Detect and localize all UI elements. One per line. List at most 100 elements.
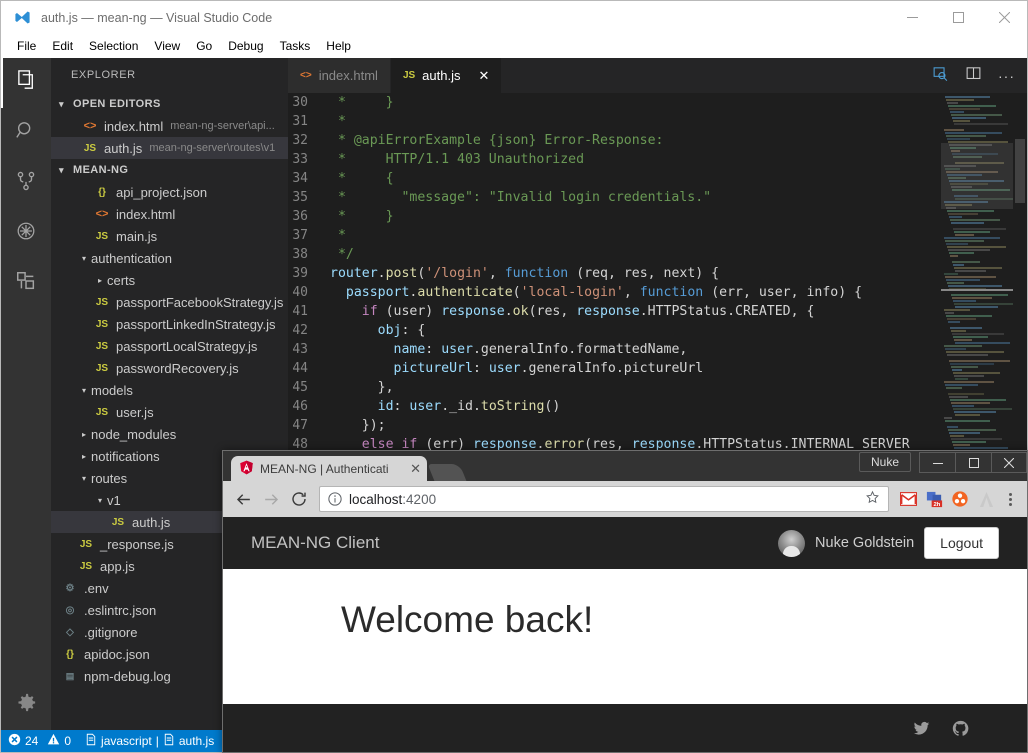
maximize-button[interactable] — [935, 1, 981, 34]
menu-help[interactable]: Help — [318, 36, 359, 56]
menu-selection[interactable]: Selection — [81, 36, 146, 56]
browser-tab-mean-ng[interactable]: MEAN-NG | Authenticati ✕ — [231, 456, 427, 481]
code-line[interactable]: 32 * @apiErrorExample {json} Error-Respo… — [288, 131, 941, 150]
tree-folder-certs[interactable]: ▸ certs — [51, 269, 288, 291]
code-line[interactable]: 33 * HTTP/1.1 403 Unauthorized — [288, 150, 941, 169]
browser-maximize-button[interactable] — [955, 452, 991, 473]
more-actions-icon[interactable]: ··· — [998, 68, 1015, 84]
line-number: 43 — [292, 342, 308, 357]
activity-debug[interactable] — [1, 208, 51, 258]
code-line[interactable]: 45 }, — [288, 378, 941, 397]
minimap-line — [944, 93, 952, 95]
tree-file-index.html[interactable]: <> index.html — [51, 203, 288, 225]
minimap-line — [946, 423, 974, 425]
scrollbar-thumb[interactable] — [1015, 139, 1025, 203]
open-preview-icon[interactable] — [932, 65, 949, 87]
menu-tasks[interactable]: Tasks — [272, 36, 319, 56]
minimap-slider[interactable] — [941, 143, 1013, 209]
activity-search[interactable] — [1, 108, 51, 158]
tree-folder-node_modules[interactable]: ▸ node_modules — [51, 423, 288, 445]
tab-auth-js[interactable]: JS auth.js ✕ — [390, 58, 503, 93]
code-line[interactable]: 43 name: user.generalInfo.formattedName, — [288, 340, 941, 359]
tab-index-html[interactable]: <> index.html — [288, 58, 391, 93]
three-dot-menu-icon[interactable] — [999, 486, 1021, 512]
code-line[interactable]: 30 * } — [288, 93, 941, 112]
line-number: 41 — [292, 304, 308, 319]
menu-file[interactable]: File — [9, 36, 44, 56]
activity-explorer[interactable] — [1, 58, 51, 108]
activity-source-control[interactable] — [1, 158, 51, 208]
address-bar[interactable]: localhost :4200 — [319, 486, 889, 512]
warning-count: 0 — [64, 734, 72, 748]
line-number: 37 — [292, 228, 308, 243]
tree-file-passportLocalStrategy.js[interactable]: JS passportLocalStrategy.js — [51, 335, 288, 357]
info-icon[interactable] — [328, 492, 342, 506]
minimap-line — [955, 342, 1010, 344]
open-editors-label: OPEN EDITORS — [73, 98, 161, 110]
back-button[interactable] — [229, 485, 257, 513]
code-line[interactable]: 38 */ — [288, 245, 941, 264]
menu-debug[interactable]: Debug — [220, 36, 271, 56]
tree-folder-models[interactable]: ▾ models — [51, 379, 288, 401]
minimap-line — [945, 348, 966, 350]
code-line[interactable]: 37 * — [288, 226, 941, 245]
code-line[interactable]: 40 passport.authenticate('local-login', … — [288, 283, 941, 302]
twitter-icon[interactable] — [913, 720, 930, 737]
adobe-pdf-icon[interactable] — [973, 486, 999, 512]
project-root-header[interactable]: ▾ MEAN-NG — [51, 159, 288, 181]
code-line[interactable]: 41 if (user) response.ok(res, response.H… — [288, 302, 941, 321]
code-line[interactable]: 39 router.post('/login', function (req, r… — [288, 264, 941, 283]
reload-button[interactable] — [285, 485, 313, 513]
code-line[interactable]: 46 id: user._id.toString() — [288, 397, 941, 416]
status-problems[interactable]: 24 0 — [1, 730, 78, 752]
tree-file-user.js[interactable]: JS user.js — [51, 401, 288, 423]
code-line[interactable]: 35 * "message": "Invalid login credentia… — [288, 188, 941, 207]
close-button[interactable] — [981, 1, 1027, 34]
open-editors-header[interactable]: ▾ OPEN EDITORS — [51, 93, 288, 115]
tree-folder-authentication[interactable]: ▾ authentication — [51, 247, 288, 269]
activity-settings[interactable] — [1, 680, 51, 730]
logout-button[interactable]: Logout — [924, 527, 999, 559]
code-line[interactable]: 42 obj: { — [288, 321, 941, 340]
page-viewport: MEAN-NG Client Nuke Goldstein Logout Wel… — [223, 517, 1027, 752]
code-line[interactable]: 34 * { — [288, 169, 941, 188]
menu-edit[interactable]: Edit — [44, 36, 81, 56]
tree-item-label: models — [91, 382, 133, 398]
star-icon[interactable] — [865, 490, 880, 508]
minimize-button[interactable] — [889, 1, 935, 34]
url-host: localhost — [349, 491, 403, 507]
close-icon[interactable]: ✕ — [410, 461, 421, 477]
profile-button[interactable]: Nuke — [858, 452, 911, 472]
code-line[interactable]: 44 pictureUrl: user.generalInfo.pictureU… — [288, 359, 941, 378]
code-line[interactable]: 47 }); — [288, 416, 941, 435]
status-language[interactable]: javascript | auth.js — [78, 730, 221, 752]
minimap-line — [952, 297, 992, 299]
code-line[interactable]: 36 * } — [288, 207, 941, 226]
github-icon[interactable] — [952, 720, 969, 737]
menu-view[interactable]: View — [146, 36, 188, 56]
open-editor-auth-js[interactable]: JS auth.js mean-ng-server\routes\v1 — [51, 137, 288, 159]
tab-close-button[interactable]: ✕ — [478, 68, 489, 84]
username-label: Nuke Goldstein — [815, 535, 915, 551]
gmail-icon[interactable] — [895, 486, 921, 512]
new-tab-button[interactable] — [427, 464, 467, 481]
browser-close-button[interactable] — [991, 452, 1027, 473]
tree-file-passportLinkedInStrategy.js[interactable]: JS passportLinkedInStrategy.js — [51, 313, 288, 335]
forward-button[interactable] — [257, 485, 285, 513]
tree-file-main.js[interactable]: JS main.js — [51, 225, 288, 247]
code-line[interactable]: 31 * — [288, 112, 941, 131]
minimap-line — [950, 363, 994, 365]
orange-circle-icon[interactable] — [947, 486, 973, 512]
pocket-icon[interactable]: 2h — [921, 486, 947, 512]
activity-extensions[interactable] — [1, 258, 51, 308]
js-file-icon: JS — [95, 406, 109, 418]
tree-file-api_project.json[interactable]: {} api_project.json — [51, 181, 288, 203]
site-brand[interactable]: MEAN-NG Client — [251, 533, 379, 553]
open-editor-index-html[interactable]: <> index.html mean-ng-server\api... — [51, 115, 288, 137]
menu-go[interactable]: Go — [188, 36, 220, 56]
split-editor-icon[interactable] — [965, 65, 982, 87]
tree-file-passportFacebookStrategy.js[interactable]: JS passportFacebookStrategy.js — [51, 291, 288, 313]
browser-minimize-button[interactable] — [919, 452, 955, 473]
js-file-icon: JS — [95, 296, 109, 308]
tree-file-passwordRecovery.js[interactable]: JS passwordRecovery.js — [51, 357, 288, 379]
